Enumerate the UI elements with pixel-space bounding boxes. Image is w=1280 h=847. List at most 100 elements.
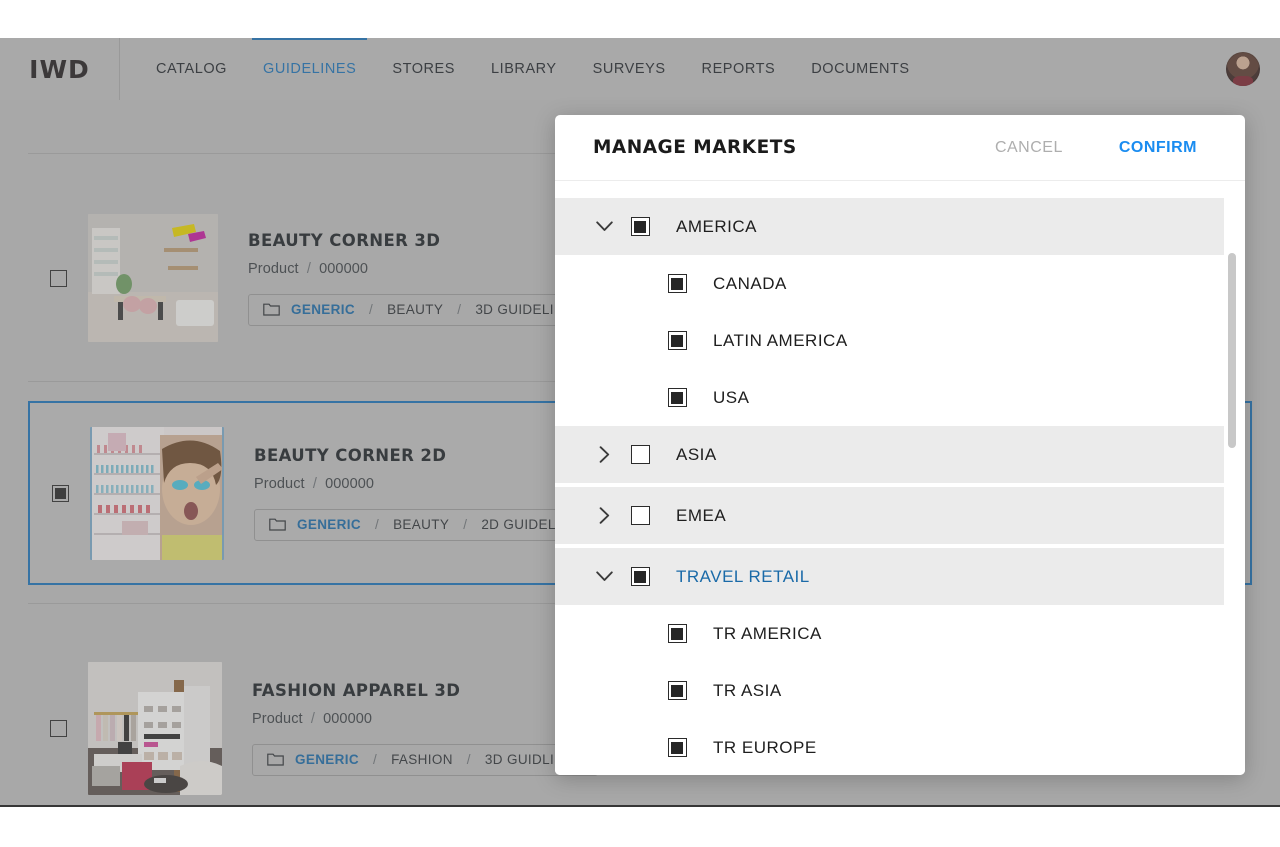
- nav-item-reports[interactable]: REPORTS: [702, 38, 776, 100]
- folder-icon: [269, 518, 286, 531]
- manage-markets-dialog: MANAGE MARKETS CANCEL CONFIRM AMERICA CAN…: [555, 115, 1245, 775]
- nav-item-label: DOCUMENTS: [811, 61, 910, 77]
- list-item-checkbox-cell: [28, 719, 88, 737]
- nav-links: CATALOG GUIDELINES STORES LIBRARY SURVEYS REP…: [120, 38, 910, 100]
- scrollbar-thumb[interactable]: [1228, 253, 1236, 448]
- list-item-sub-sep: /: [312, 475, 317, 492]
- nav-item-label: GUIDELINES: [263, 61, 357, 77]
- list-item-code: 000000: [323, 710, 373, 727]
- market-row[interactable]: USA: [555, 369, 1245, 426]
- market-checkbox[interactable]: [667, 624, 687, 643]
- list-item-info: BEAUTY CORNER 2D Product / 000000 GENERI…: [224, 446, 604, 541]
- breadcrumb-slash: /: [374, 517, 380, 532]
- market-label: TR ASIA: [713, 680, 782, 700]
- market-row[interactable]: EMEA: [555, 487, 1224, 544]
- market-checkbox[interactable]: [630, 567, 650, 586]
- nav-item-surveys[interactable]: SURVEYS: [593, 38, 666, 100]
- list-item-subtitle: Product / 000000: [254, 476, 604, 492]
- market-checkbox-cell: [664, 624, 690, 643]
- brand-logo-text: IWD: [29, 54, 90, 84]
- screen: IWD CATALOG GUIDELINES STORES LIBRARY SURVEY…: [0, 0, 1280, 847]
- market-checkbox-cell: [627, 217, 653, 236]
- market-checkbox-cell: [664, 738, 690, 757]
- market-checkbox-cell: [627, 506, 653, 525]
- confirm-button[interactable]: CONFIRM: [1109, 133, 1207, 163]
- breadcrumb[interactable]: GENERIC / FASHION / 3D GUIDLINES: [252, 743, 598, 776]
- market-checkbox[interactable]: [630, 506, 650, 525]
- nav-item-documents[interactable]: DOCUMENTS: [811, 38, 909, 100]
- cancel-button[interactable]: CANCEL: [985, 133, 1073, 163]
- market-checkbox[interactable]: [667, 331, 687, 350]
- breadcrumb-slash: /: [463, 517, 468, 532]
- list-item-code: 000000: [325, 475, 375, 492]
- list-item-type: Product: [252, 710, 303, 727]
- list-item-code: 000000: [319, 260, 369, 277]
- markets-tree: AMERICA CANADA LATIN AMERICA USA ASIA EMEA TRA…: [555, 181, 1245, 775]
- avatar[interactable]: [1226, 52, 1260, 86]
- list-item-type: Product: [254, 475, 305, 492]
- breadcrumb[interactable]: GENERIC / BEAUTY / 3D GUIDELINES: [248, 293, 598, 326]
- market-row[interactable]: TR AMERICA: [555, 605, 1245, 662]
- market-checkbox[interactable]: [667, 738, 687, 757]
- list-item-checkbox[interactable]: [51, 484, 69, 502]
- chevron-down-icon[interactable]: [582, 571, 627, 582]
- market-checkbox[interactable]: [667, 274, 687, 293]
- chevron-right-icon[interactable]: [582, 446, 627, 463]
- market-label: CANADA: [713, 273, 787, 293]
- market-checkbox[interactable]: [630, 217, 650, 236]
- list-item-type: Product: [248, 260, 299, 277]
- market-checkbox-cell: [664, 681, 690, 700]
- nav-item-label: STORES: [392, 61, 456, 77]
- breadcrumb-slash: /: [457, 302, 462, 317]
- market-label: ASIA: [676, 444, 717, 464]
- list-item-thumbnail[interactable]: [88, 661, 222, 795]
- nav-item-guidelines[interactable]: GUIDELINES: [251, 38, 368, 100]
- nav-item-library[interactable]: LIBRARY: [491, 38, 557, 100]
- list-item-sub-sep: /: [306, 260, 311, 277]
- brand-logo[interactable]: IWD: [0, 38, 120, 100]
- market-checkbox-cell: [664, 388, 690, 407]
- breadcrumb-root: GENERIC: [297, 517, 361, 532]
- breadcrumb-mid: BEAUTY: [393, 517, 450, 532]
- list-item-checkbox[interactable]: [49, 269, 67, 287]
- market-label: LATIN AMERICA: [713, 330, 848, 350]
- market-checkbox[interactable]: [667, 388, 687, 407]
- market-row[interactable]: LATIN AMERICA: [555, 312, 1245, 369]
- nav-item-label: REPORTS: [701, 61, 776, 77]
- market-checkbox-cell: [627, 445, 653, 464]
- list-item-sub-sep: /: [310, 710, 315, 727]
- list-item-title: BEAUTY CORNER 2D: [254, 445, 447, 465]
- nav-item-stores[interactable]: STORES: [392, 38, 455, 100]
- nav-item-catalog[interactable]: CATALOG: [156, 38, 227, 100]
- market-label: TR EUROPE: [713, 737, 817, 757]
- dialog-header: MANAGE MARKETS CANCEL CONFIRM: [555, 115, 1245, 181]
- chevron-right-icon[interactable]: [582, 507, 627, 524]
- chevron-down-icon[interactable]: [582, 221, 627, 232]
- breadcrumb[interactable]: GENERIC / BEAUTY / 2D GUIDELINES: [254, 508, 604, 541]
- market-row[interactable]: TR EUROPE: [555, 719, 1245, 775]
- market-label: AMERICA: [676, 216, 757, 236]
- market-row[interactable]: AMERICA: [555, 198, 1224, 255]
- nav-item-label: SURVEYS: [592, 61, 666, 77]
- market-row[interactable]: CANADA: [555, 255, 1245, 312]
- market-row[interactable]: TR ASIA: [555, 662, 1245, 719]
- dialog-title: MANAGE MARKETS: [593, 137, 797, 158]
- list-item-subtitle: Product / 000000: [248, 261, 598, 277]
- market-checkbox-cell: [664, 274, 690, 293]
- breadcrumb-root: GENERIC: [295, 752, 359, 767]
- breadcrumb-slash: /: [466, 752, 471, 767]
- market-checkbox[interactable]: [630, 445, 650, 464]
- market-row[interactable]: ASIA: [555, 426, 1224, 483]
- breadcrumb-root: GENERIC: [291, 302, 355, 317]
- scrollbar-track[interactable]: [1228, 198, 1236, 765]
- market-row[interactable]: TRAVEL RETAIL: [555, 548, 1224, 605]
- list-item-thumbnail[interactable]: [90, 426, 224, 560]
- market-checkbox[interactable]: [667, 681, 687, 700]
- market-checkbox-cell: [627, 567, 653, 586]
- nav-item-label: LIBRARY: [491, 61, 557, 77]
- folder-icon: [267, 753, 284, 766]
- breadcrumb-slash: /: [372, 752, 378, 767]
- list-item-checkbox[interactable]: [49, 719, 67, 737]
- list-item-thumbnail[interactable]: [88, 214, 218, 342]
- nav-item-label: CATALOG: [156, 61, 227, 77]
